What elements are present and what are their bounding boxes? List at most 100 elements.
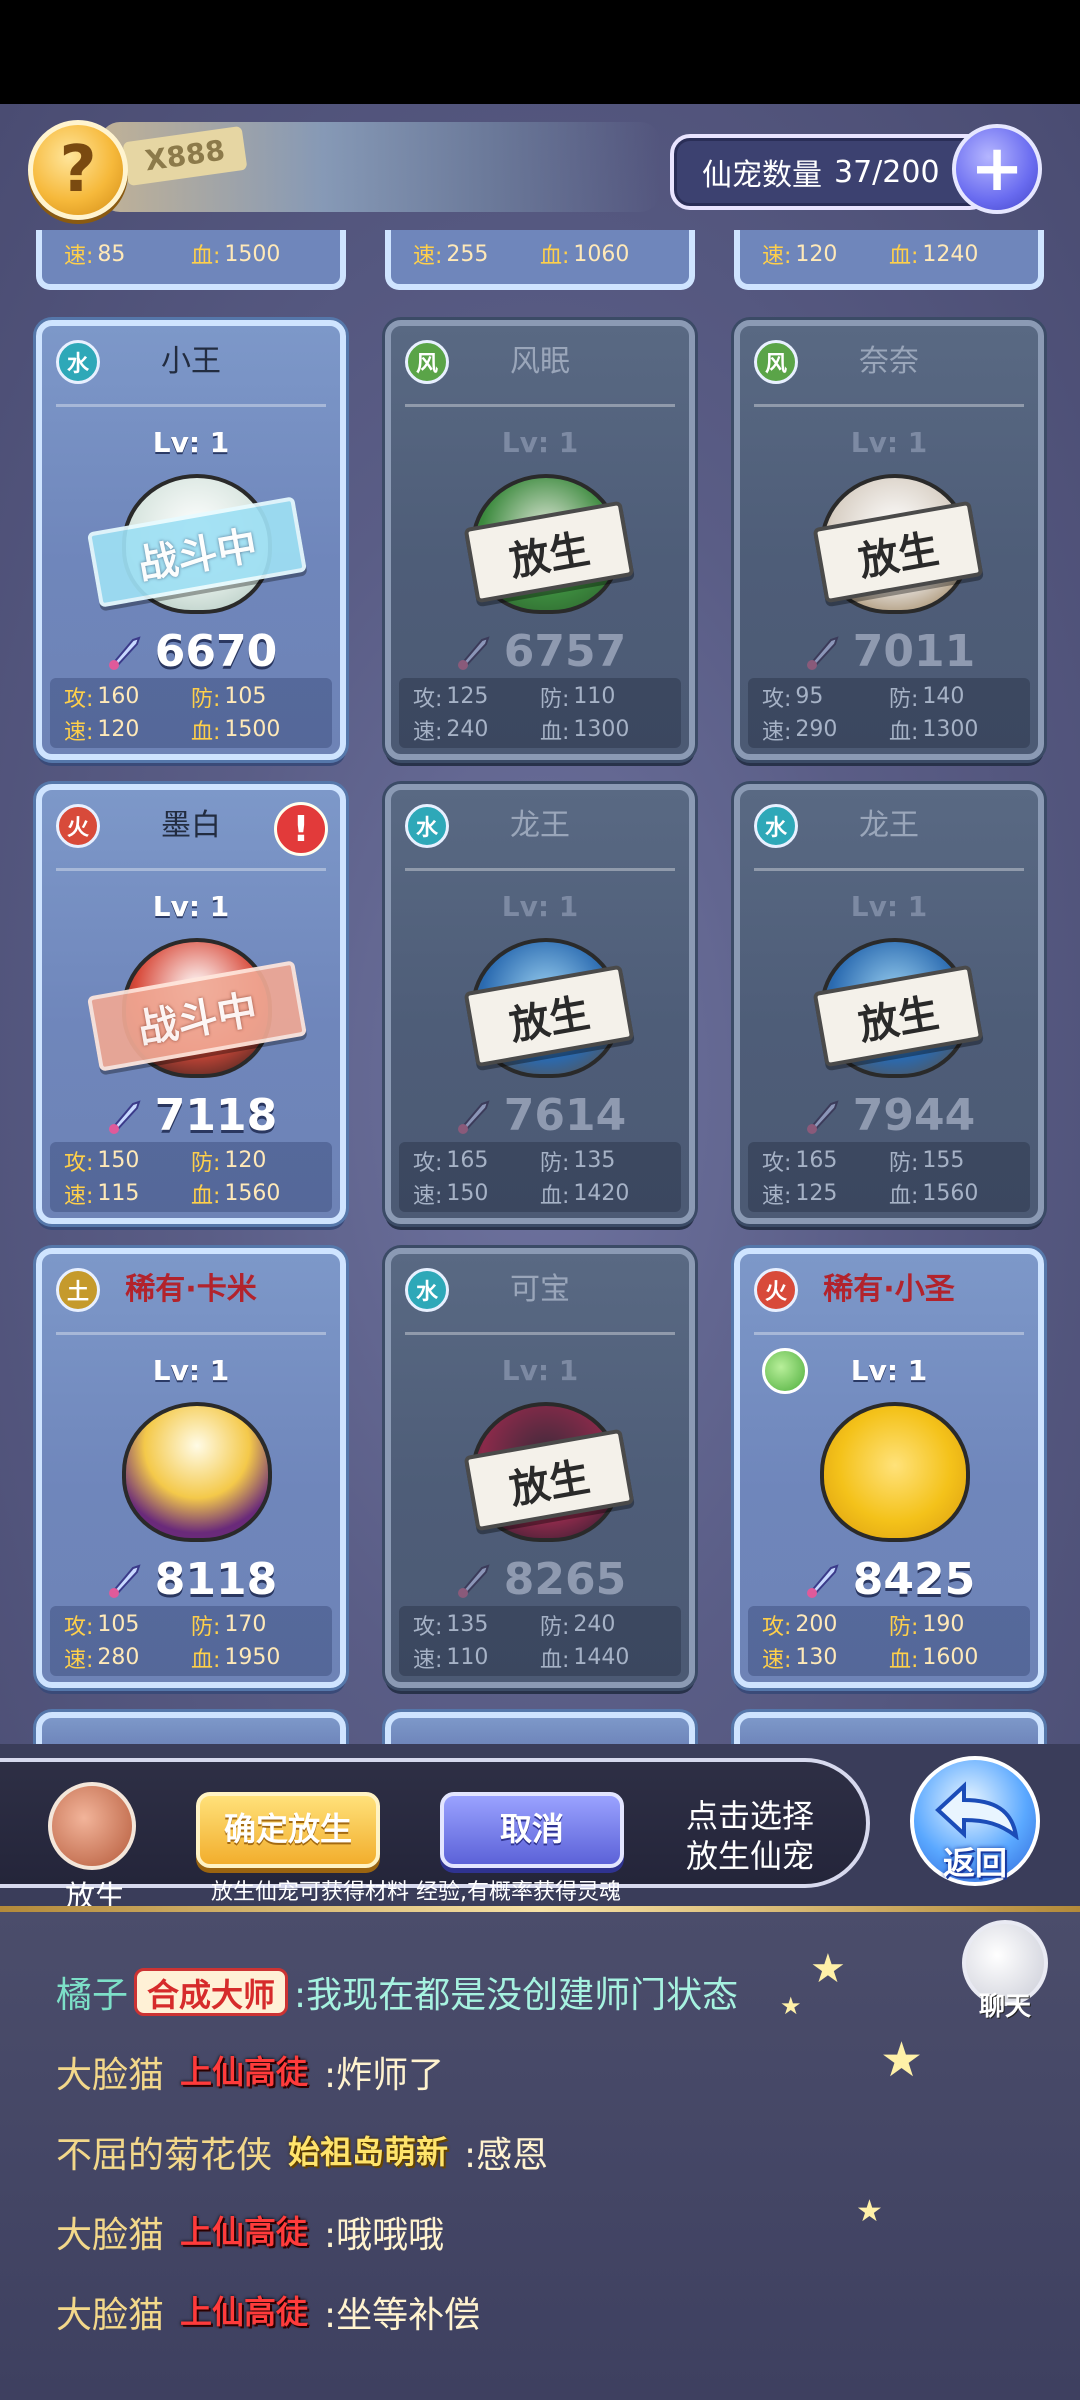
stat-spd: 速: 85 [64, 241, 126, 270]
stats-panel: 攻: 95 防: 140 速: 290 血: 1300 [748, 678, 1030, 748]
chat-text: :炸师了 [324, 2055, 445, 2096]
stat-def: 防: 120 [191, 1148, 267, 1176]
power-row: 7011 [740, 626, 1038, 677]
stat-spd: 速: 130 [762, 1645, 838, 1673]
pet-name: 稀有·卡米 [125, 1272, 257, 1307]
sword-icon [108, 1563, 141, 1598]
divider [56, 868, 326, 871]
stat-spd: 速: 110 [413, 1645, 489, 1673]
pet-card-partial[interactable]: 速: 255 血: 1060 [385, 230, 695, 290]
release-action-bar: 放生 确定放生 取消 放生仙宠可获得材料 经验,有概率获得灵魂 点击选择 放生仙… [0, 1744, 1080, 1915]
stat-def: 防: 170 [191, 1612, 267, 1640]
stat-def: 防: 190 [889, 1612, 965, 1640]
stat-spd: 速: 280 [64, 1645, 140, 1673]
add-capacity-button[interactable]: + [952, 124, 1042, 214]
chat-title-badge: 合成大师 [134, 1968, 289, 2016]
pet-level: Lv: 1 [850, 426, 928, 459]
power-value: 6670 [154, 626, 278, 677]
alert-icon[interactable]: ! [274, 802, 328, 856]
sword-icon [806, 1099, 839, 1134]
stats-panel: 攻: 105 防: 170 速: 280 血: 1950 [50, 1606, 332, 1676]
pet-card[interactable]: 水 小王 Lv: 1 战斗中 6670 攻: 160 防: 105 速: 120 血:… [36, 320, 346, 760]
stats-panel: 攻: 125 防: 110 速: 240 血: 1300 [399, 678, 681, 748]
chat-username[interactable]: 不屈的菊花侠 [56, 2126, 272, 2178]
power-row: 7614 [391, 1090, 689, 1141]
chat-username[interactable]: 橘子 [56, 1966, 128, 2018]
stats-panel: 速: 85 血: 1500 [50, 230, 332, 278]
power-value: 8118 [154, 1554, 278, 1605]
help-button[interactable]: ? [28, 120, 128, 220]
stat-hp: 血: 1500 [191, 717, 281, 745]
pet-card[interactable]: 水 龙王 Lv: 1 放生 7614 攻: 165 防: 135 速: 150 血: 1… [385, 784, 695, 1224]
stat-atk: 攻: 95 [762, 684, 824, 712]
stat-spd: 速: 120 [762, 241, 838, 270]
pet-card[interactable]: 风 风眠 Lv: 1 放生 6757 攻: 125 防: 110 速: 240 血: 1… [385, 320, 695, 760]
plus-icon: + [970, 132, 1024, 206]
pet-card[interactable]: 火 墨白 ! Lv: 1 战斗中 7118 攻: 150 防: 120 速: 115 … [36, 784, 346, 1224]
power-value: 7614 [503, 1090, 627, 1141]
pet-card[interactable]: 土 稀有·卡米 Lv: 1 8118 攻: 105 防: 170 速: 280 血: 1… [36, 1248, 346, 1688]
chat-text: :坐等补偿 [324, 2295, 481, 2336]
pet-card[interactable]: 风 奈奈 Lv: 1 放生 7011 攻: 95 防: 140 速: 290 血: 13… [734, 320, 1044, 760]
stats-panel: 速: 120 血: 1240 [748, 230, 1030, 278]
sword-icon [108, 635, 141, 670]
sword-icon [457, 635, 490, 670]
stat-spd: 速: 240 [413, 717, 489, 745]
stat-atk: 攻: 160 [64, 684, 140, 712]
top-header: X888 ? 仙宠数量 37/200 + [0, 104, 1080, 234]
stat-hp: 血: 1560 [889, 1181, 979, 1209]
chat-username[interactable]: 大脸猫 [56, 2286, 164, 2338]
select-hint-line2: 放生仙宠 [685, 1837, 814, 1875]
stat-def: 防: 135 [540, 1148, 616, 1176]
pet-name: 奈奈 [859, 344, 919, 379]
stat-atk: 攻: 165 [413, 1148, 489, 1176]
stat-atk: 攻: 125 [413, 684, 489, 712]
star-icon: ★ [780, 1992, 802, 2020]
pet-level: Lv: 1 [501, 426, 579, 459]
chat-title-badge: 上仙高徒 [180, 2293, 309, 2331]
pet-card[interactable]: 水 龙王 Lv: 1 放生 7944 攻: 165 防: 155 速: 125 血: 1… [734, 784, 1044, 1224]
stats-panel: 攻: 135 防: 240 速: 110 血: 1440 [399, 1606, 681, 1676]
stats-panel: 速: 255 血: 1060 [399, 230, 681, 278]
chat-username[interactable]: 大脸猫 [56, 2206, 164, 2258]
chat-username[interactable]: 大脸猫 [56, 2046, 164, 2098]
pet-card-partial[interactable] [385, 1712, 695, 1744]
stat-spd: 速: 120 [64, 717, 140, 745]
power-value: 7011 [852, 626, 976, 677]
divider [754, 868, 1024, 871]
chat-title-badge: 上仙高徒 [180, 2213, 309, 2251]
power-row: 8425 [740, 1554, 1038, 1605]
pet-card[interactable]: 水 可宝 Lv: 1 放生 8265 攻: 135 防: 240 速: 110 血: 1… [385, 1248, 695, 1688]
pet-avatar [820, 1402, 970, 1542]
back-label: 返回 [942, 1844, 1007, 1882]
stats-panel: 攻: 150 防: 120 速: 115 血: 1560 [50, 1142, 332, 1212]
pet-card-partial[interactable] [734, 1712, 1044, 1744]
pet-count-label: 仙宠数量 [702, 158, 822, 193]
power-row: 6670 [42, 626, 340, 677]
stat-spd: 速: 125 [762, 1181, 838, 1209]
stats-panel: 攻: 165 防: 135 速: 150 血: 1420 [399, 1142, 681, 1212]
pet-count-box: 仙宠数量 37/200 [670, 134, 990, 210]
pet-card-partial[interactable]: 速: 120 血: 1240 [734, 230, 1044, 290]
back-button[interactable]: 返回 [910, 1756, 1040, 1886]
stat-def: 防: 110 [540, 684, 616, 712]
power-value: 8265 [503, 1554, 627, 1605]
status-bar [0, 0, 1080, 104]
pet-name: 可宝 [510, 1272, 570, 1307]
pet-card-partial[interactable]: 速: 85 血: 1500 [36, 230, 346, 290]
pet-level: Lv: 1 [152, 426, 230, 459]
select-hint-line1: 点击选择 [685, 1797, 814, 1835]
release-reward-hint: 放生仙宠可获得材料 经验,有概率获得灵魂 [211, 1880, 621, 1905]
chat-panel[interactable]: 橘子 合成大师 :我现在都是没创建师门状态 大脸猫 上仙高徒 :炸师了 不屈的菊… [0, 1912, 1080, 2400]
stat-hp: 血: 1500 [191, 241, 281, 270]
pet-card-partial[interactable] [36, 1712, 346, 1744]
confirm-release-button[interactable]: 确定放生 [196, 1792, 380, 1868]
chat-text: :我现在都是没创建师门状态 [294, 1975, 739, 2016]
pet-grid-area[interactable]: 速: 85 血: 1500 速: 255 血: 1060 速: 120 血: 1240 水 … [0, 104, 1080, 1744]
pet-card[interactable]: 火 稀有·小圣 Lv: 1 8425 攻: 200 防: 190 速: 130 血: 1… [734, 1248, 1044, 1688]
cancel-button[interactable]: 取消 [440, 1792, 624, 1868]
release-icon[interactable] [48, 1782, 136, 1870]
pet-avatar [122, 1402, 272, 1542]
chat-button-label: 聊天 [978, 1992, 1031, 2022]
divider [405, 868, 675, 871]
